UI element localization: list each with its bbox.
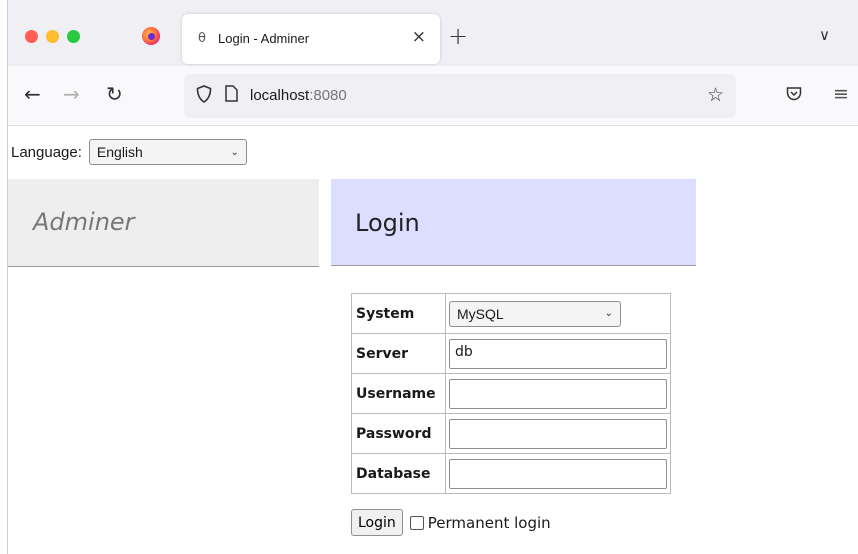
- tab-bar: θ Login - Adminer × + ∨: [8, 0, 858, 66]
- database-input[interactable]: [449, 458, 667, 489]
- new-tab-button[interactable]: +: [448, 22, 468, 50]
- tab-title: Login - Adminer: [218, 31, 310, 46]
- browser-window: θ Login - Adminer × + ∨ ← → ↻ localhost:…: [7, 0, 858, 554]
- database-label: Database: [351, 453, 446, 494]
- adminer-favicon-icon: θ: [198, 31, 206, 46]
- password-label: Password: [351, 413, 446, 454]
- language-select[interactable]: English ⌄: [88, 139, 247, 165]
- table-row: Username: [351, 373, 671, 414]
- pocket-icon[interactable]: [786, 86, 802, 105]
- page-content: Language: English ⌄ Adminer Login System…: [8, 127, 858, 554]
- language-label: Language:: [11, 143, 82, 161]
- password-input[interactable]: [449, 418, 667, 449]
- tracking-protection-shield-icon[interactable]: [196, 85, 212, 108]
- brand-panel: Adminer: [8, 179, 319, 267]
- page-info-icon[interactable]: [224, 85, 238, 106]
- login-form-table: System MySQL ⌄ Server db Username Passwo…: [351, 293, 671, 494]
- system-label: System: [351, 293, 446, 334]
- username-label: Username: [351, 373, 446, 414]
- maximize-window-button[interactable]: [67, 30, 80, 43]
- page-heading-panel: Login: [331, 179, 696, 266]
- minimize-window-button[interactable]: [46, 30, 59, 43]
- back-arrow-icon[interactable]: ←: [24, 82, 41, 106]
- reload-icon[interactable]: ↻: [106, 82, 123, 106]
- table-row: Password: [351, 413, 671, 454]
- list-all-tabs-button[interactable]: ∨: [819, 26, 830, 44]
- server-label: Server: [351, 333, 446, 374]
- table-row: Server db: [351, 333, 671, 374]
- url-bar[interactable]: localhost:8080 ☆: [184, 74, 736, 118]
- brand-title[interactable]: Adminer: [33, 208, 135, 236]
- page-title: Login: [355, 209, 420, 237]
- form-actions: Login Permanent login: [351, 509, 551, 536]
- chevron-down-icon: ⌄: [230, 146, 239, 158]
- close-window-button[interactable]: [25, 30, 38, 43]
- system-select[interactable]: MySQL ⌄: [449, 300, 621, 327]
- permanent-login-checkbox[interactable]: [409, 515, 424, 530]
- firefox-icon[interactable]: [142, 27, 160, 45]
- chevron-down-icon: ⌄: [604, 308, 613, 319]
- close-tab-icon[interactable]: ×: [412, 27, 426, 47]
- bookmark-star-icon[interactable]: ☆: [707, 84, 724, 106]
- language-select-value: English: [96, 144, 143, 160]
- table-row: System MySQL ⌄: [351, 293, 671, 334]
- url-text[interactable]: localhost:8080: [250, 87, 347, 104]
- server-input[interactable]: db: [449, 338, 667, 369]
- permanent-login-label[interactable]: Permanent login: [428, 514, 551, 532]
- tab-login-adminer[interactable]: θ Login - Adminer ×: [182, 14, 440, 64]
- login-button[interactable]: Login: [351, 509, 403, 536]
- table-row: Database: [351, 453, 671, 494]
- system-select-value: MySQL: [457, 305, 504, 322]
- language-selector: Language: English ⌄: [11, 139, 247, 165]
- forward-arrow-icon[interactable]: →: [63, 82, 80, 106]
- username-input[interactable]: [449, 378, 667, 409]
- navigation-bar: ← → ↻ localhost:8080 ☆ ≡: [8, 66, 858, 126]
- hamburger-menu-icon[interactable]: ≡: [833, 83, 849, 105]
